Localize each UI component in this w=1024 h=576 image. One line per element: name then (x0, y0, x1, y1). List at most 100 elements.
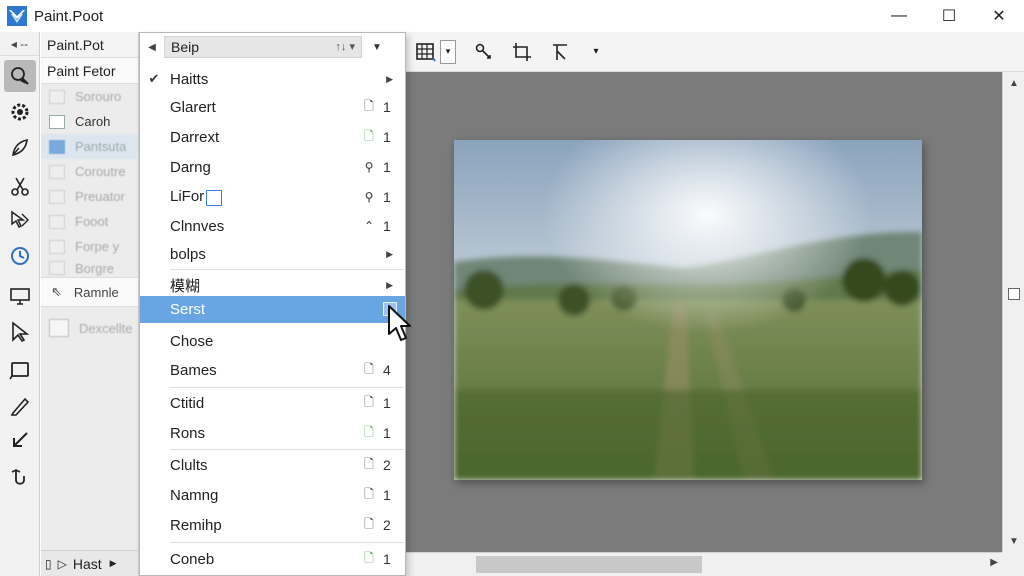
lasso-icon (12, 321, 30, 343)
pointer-icon: ⇖ (51, 284, 62, 299)
menu-item[interactable]: 模糊 ▶ (140, 271, 405, 299)
menu-item[interactable]: ✔ Haitts ▶ (140, 65, 405, 93)
scroll-up-icon[interactable]: ▲ (1003, 74, 1024, 92)
menu-item[interactable]: Ctitid 🗋 1 (140, 389, 405, 417)
scissors-tool[interactable] (4, 170, 36, 202)
toolbar: ▾ ▾ (406, 32, 1024, 72)
side-panel-item[interactable]: Sorouro (41, 84, 138, 109)
vertical-scrollbar[interactable]: ▲ ▼ (1002, 72, 1024, 552)
caret-left-icon[interactable]: ◀ (140, 42, 164, 53)
color-swatch-icon (383, 302, 397, 316)
menu-item[interactable]: Coneb 🗋 1 (140, 545, 405, 573)
grid-icon (416, 42, 436, 62)
sort-icon[interactable]: ↑↓ ▾ (335, 40, 355, 53)
menu-item[interactable]: bolps ▶ (140, 240, 405, 268)
minimize-button[interactable]: — (874, 0, 924, 32)
menu-item[interactable]: Darrext 🗋 1 (140, 123, 405, 151)
layer-icon (49, 114, 65, 129)
magnify-tool[interactable] (4, 60, 36, 92)
menu-item[interactable]: Clults 🗋 2 (140, 451, 405, 479)
monitor-tool[interactable] (4, 280, 36, 312)
menu-item[interactable]: Namng 🗋 1 (140, 481, 405, 509)
side-panel-item[interactable]: Dexcellte (41, 311, 138, 345)
maximize-button[interactable]: ☐ (924, 0, 974, 32)
side-panel-item[interactable]: Fooot (41, 209, 138, 234)
grid-dropdown-button[interactable]: ▾ (440, 39, 456, 64)
layer-icon (49, 214, 65, 229)
landscape-image (454, 140, 922, 480)
transform-button[interactable] (546, 38, 574, 66)
menu-item[interactable]: Rons 🗋 1 (140, 419, 405, 447)
pen-icon (12, 138, 28, 157)
menu-item[interactable]: Remihp 🗋 2 (140, 511, 405, 539)
side-panel-item[interactable]: Forpe y (41, 234, 138, 259)
lasso-tool[interactable] (4, 316, 36, 348)
menu-item[interactable]: Glarert 🗋 1 (140, 93, 405, 121)
clock-tool[interactable] (4, 240, 36, 272)
scroll-down-icon[interactable]: ▼ (1003, 532, 1024, 550)
layer-icon (49, 189, 65, 204)
arrow-tool[interactable] (4, 424, 36, 456)
menu-item[interactable]: Darng ⚲ 1 (140, 153, 405, 181)
rectangle-icon (9, 362, 29, 380)
horizontal-scrollbar[interactable]: ▶ (406, 552, 1002, 576)
check-icon: ✔ (148, 71, 160, 86)
close-button[interactable]: ✕ (974, 0, 1024, 32)
link-button[interactable] (470, 38, 498, 66)
side-panel-item[interactable]: Preuator (41, 184, 138, 209)
menu-item[interactable]: Chose (140, 327, 405, 355)
document-icon: 🗋 (364, 128, 374, 143)
play-icon: ▷ (57, 556, 67, 571)
side-panel-title[interactable]: Paint.Pot (41, 32, 138, 58)
app-logo-icon (7, 6, 27, 26)
vertical-scroll-thumb[interactable] (1008, 288, 1020, 300)
layer-icon (49, 239, 65, 254)
menu-separator (170, 269, 404, 270)
title-bar: Paint.Poot — ☐ ✕ (0, 0, 1024, 32)
document-icon: 🗋 (364, 486, 374, 501)
toolbar-more-button[interactable]: ▾ (582, 38, 610, 66)
side-panel-item[interactable]: Pantsuta (41, 134, 138, 159)
menu-separator (170, 449, 404, 450)
side-panel-item[interactable]: Coroutre (41, 159, 138, 184)
caret-right-icon: ▶ (109, 558, 117, 568)
selection-box-icon (206, 189, 223, 206)
scroll-right-icon[interactable]: ▶ (990, 557, 998, 568)
tool-column-header[interactable]: ◂ -- (0, 32, 39, 56)
hook-tool[interactable] (4, 462, 36, 494)
layer-icon (49, 89, 65, 104)
side-panel-subtitle[interactable]: Paint Fetor (41, 58, 138, 84)
menu-separator (170, 542, 404, 543)
menu-search-field[interactable]: Beip ↑↓ ▾ (164, 36, 362, 58)
side-panel-item[interactable]: Caroh (41, 109, 138, 134)
side-panel-cursor-row[interactable]: ⇖ Ramnle (41, 277, 138, 307)
grid-button[interactable] (412, 38, 440, 66)
transform-icon (553, 43, 567, 60)
side-panel-footer[interactable]: ▯ ▷ Hast ▶ (41, 550, 138, 576)
document-icon: 🗋 (364, 98, 374, 113)
pen-tool[interactable] (4, 132, 36, 164)
menu-item-highlighted[interactable]: Serst (140, 296, 405, 323)
settings-tool[interactable] (4, 96, 36, 128)
side-panel-item[interactable]: Borgre (41, 259, 138, 277)
canvas-area[interactable] (406, 72, 1002, 552)
menu-item[interactable]: LiFor ⚲ 1 (140, 183, 405, 211)
document-icon: 🗋 (364, 361, 374, 376)
crop-icon (513, 42, 531, 61)
image-icon (49, 319, 69, 337)
context-menu: ◀ Beip ↑↓ ▾ ▼ ✔ Haitts ▶ Glarert 🗋 1 Dar… (139, 32, 406, 576)
select-tool[interactable] (4, 204, 36, 236)
canvas-image[interactable] (454, 140, 922, 480)
chevron-down-icon: ▾ (445, 46, 451, 56)
document-icon: 🗋 (364, 456, 374, 471)
tool-column: ◂ -- (0, 32, 40, 576)
rectangle-tool[interactable] (4, 354, 36, 386)
horizontal-scroll-thumb[interactable] (476, 556, 702, 573)
hook-icon (11, 469, 25, 485)
menu-item[interactable]: Clnnves ⌃ 1 (140, 212, 405, 240)
pencil-tool[interactable] (4, 390, 36, 422)
chevron-down-icon[interactable]: ▼ (362, 42, 392, 53)
crop-button[interactable] (508, 38, 536, 66)
menu-item[interactable]: Bames 🗋 4 (140, 356, 405, 384)
hook-small-icon: ⚲ (364, 160, 374, 174)
